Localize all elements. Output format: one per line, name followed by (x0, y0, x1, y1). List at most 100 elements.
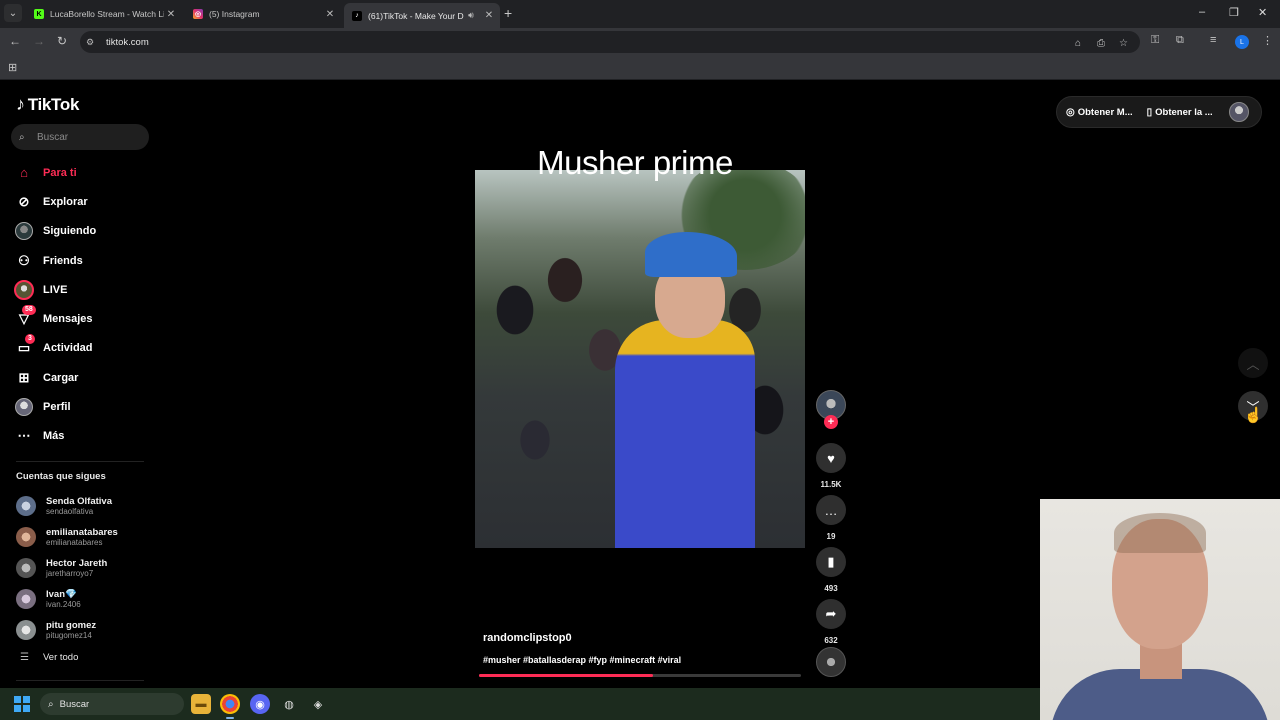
obs-icon[interactable]: ◍ (279, 694, 299, 714)
user-avatar[interactable] (1228, 102, 1249, 122)
following-account[interactable]: Hector Jareth jaretharroyo7 (16, 553, 156, 584)
sidebar-item-explorar[interactable]: ⊘ Explorar (13, 187, 163, 216)
reload-icon[interactable]: ↻ (57, 34, 67, 48)
back-icon[interactable]: ← (9, 34, 21, 48)
minimize-icon[interactable]: – (1199, 6, 1205, 18)
bookmarks-bar: ⊞ (0, 56, 1280, 80)
avatar (16, 496, 36, 517)
save-count: 493 (824, 584, 838, 593)
sidebar-item-para-ti[interactable]: ⌂ Para ti (13, 158, 163, 187)
following-account[interactable]: emilianatabares emilianatabares (16, 522, 156, 553)
tiktok-logo-icon: ♪ (16, 94, 25, 114)
sidebar-item-label: Más (43, 430, 65, 443)
account-handle: emilianatabares (46, 538, 103, 548)
file-explorer-icon[interactable]: ▬ (191, 694, 211, 714)
bookmark-icon: ▮ (816, 547, 846, 577)
sidebar-item-friends[interactable]: ⚇ Friends (13, 246, 163, 275)
close-tab-icon[interactable]: ✕ (164, 9, 178, 20)
browser-menu-icon[interactable]: ⋮ (1262, 34, 1273, 47)
forward-icon[interactable]: → (33, 34, 45, 48)
sidebar-item-cargar[interactable]: ⊞ Cargar (13, 363, 163, 392)
video-username[interactable]: randomclipstop0 (483, 632, 572, 644)
site-info-icon[interactable]: ⚙ (86, 37, 106, 48)
like-button[interactable]: ♥ 11.5K (816, 443, 846, 489)
webcam-person-hair (1114, 513, 1206, 553)
browser-toolbar: ← → ↻ ⚙ tiktok.com ⌂ ⎙ ☆ (0, 28, 1280, 56)
extensions-icon[interactable]: ⧉ (1176, 34, 1184, 47)
discord-icon[interactable]: ◉ (250, 694, 270, 714)
tab-search-icon[interactable]: ⌄ (4, 4, 22, 22)
sidebar-item-perfil[interactable]: Perfil (13, 392, 163, 421)
close-tab-icon[interactable]: ✕ (482, 10, 496, 21)
close-window-icon[interactable]: ✕ (1258, 6, 1267, 19)
get-coins-button[interactable]: ◎ Obtener M... (1066, 107, 1133, 118)
following-account[interactable]: Ivan💎 ivan.2406 (16, 583, 156, 614)
video-progress-bar[interactable] (479, 674, 801, 677)
list-icon: ☰ (20, 652, 29, 663)
save-button[interactable]: ▮ 493 (816, 547, 846, 593)
speaker-icon[interactable]: 🔊︎ (464, 10, 478, 21)
account-handle: sendaolfativa (46, 507, 94, 517)
see-all-link[interactable]: ☰ Ver todo (20, 652, 78, 663)
browser-tabstrip: ⌄ K LucaBorello Stream - Watch Live ✕ ◎ … (0, 0, 1280, 28)
video-hashtags[interactable]: #musher #batallasderap #fyp #minecraft #… (483, 655, 681, 665)
get-coins-label: Obtener M... (1077, 106, 1133, 118)
sidebar-nav: ⌂ Para ti ⊘ Explorar Siguiendo ⚇ Friends… (13, 158, 163, 451)
comment-button[interactable]: … 19 (816, 495, 846, 541)
media-control-icon[interactable]: ≡ (1210, 34, 1216, 46)
video-person-cap (645, 232, 737, 277)
windows-start-icon[interactable] (14, 696, 30, 712)
new-tab-button[interactable]: + (504, 5, 512, 21)
app-icon[interactable]: ◈ (308, 694, 328, 714)
chevron-up-icon: ︿ (1246, 356, 1260, 372)
sidebar-item-mensajes[interactable]: ▽ 58 Mensajes (13, 304, 163, 333)
tab-tiktok[interactable]: ♪ (61)TikTok - Make Your Day 🔊︎ ✕ (344, 3, 500, 28)
account-handle: ivan.2406 (46, 599, 81, 609)
music-disc-icon[interactable] (816, 647, 846, 677)
comment-count: 19 (826, 532, 836, 541)
install-app-icon[interactable]: ⎙ (1097, 38, 1105, 49)
live-icon (14, 279, 34, 300)
translate-icon[interactable]: ⌂ (1075, 38, 1081, 49)
following-account[interactable]: pitu gomez pitugomez14 (16, 614, 156, 645)
account-name: pitu gomez (46, 619, 97, 631)
account-handle: pitugomez14 (46, 630, 92, 640)
sidebar-item-label: Perfil (43, 401, 71, 414)
comment-icon: … (816, 495, 846, 525)
apps-grid-icon[interactable]: ⊞ (8, 61, 17, 74)
close-tab-icon[interactable]: ✕ (323, 9, 337, 20)
restore-icon[interactable]: ❐ (1229, 6, 1239, 19)
bookmark-star-icon[interactable]: ☆ (1119, 38, 1128, 49)
account-name: emilianatabares (46, 527, 118, 539)
sidebar-item-mas[interactable]: ⋯ Más (13, 422, 163, 451)
taskbar-search[interactable]: ⌕ Buscar (40, 693, 184, 715)
share-button[interactable]: ➦ 632 (816, 599, 846, 645)
friends-icon: ⚇ (18, 252, 30, 268)
account-name: Senda Olfativa (46, 496, 112, 508)
follow-plus-icon[interactable]: + (824, 415, 838, 429)
tab-kick[interactable]: K LucaBorello Stream - Watch Live ✕ (26, 3, 182, 25)
tab-title: (61)TikTok - Make Your Day (368, 10, 464, 21)
chrome-icon[interactable] (220, 694, 240, 719)
search-input[interactable]: ⌕ Buscar (11, 124, 149, 150)
top-right-actions: ◎ Obtener M... ▯ Obtener la ... (1056, 96, 1262, 128)
sidebar-item-actividad[interactable]: ▭ 3 Actividad (13, 334, 163, 363)
phone-icon: ▯ (1146, 106, 1153, 118)
sidebar-item-live[interactable]: LIVE (13, 275, 163, 304)
password-manager-icon[interactable]: ⚿ (1151, 34, 1159, 47)
tab-instagram[interactable]: ◎ (5) Instagram ✕ (185, 3, 341, 25)
get-app-button[interactable]: ▯ Obtener la ... (1147, 107, 1213, 118)
profile-avatar[interactable]: L (1235, 35, 1249, 49)
tiktok-logo[interactable]: ♪ TikTok (16, 94, 79, 115)
sidebar-item-siguiendo[interactable]: Siguiendo (13, 217, 163, 246)
video-player[interactable] (475, 170, 805, 548)
search-icon: ⌕ (19, 131, 25, 143)
see-all-label: Ver todo (42, 652, 79, 663)
sidebar-item-label: LIVE (43, 283, 68, 296)
address-bar[interactable]: ⚙ tiktok.com ⌂ ⎙ ☆ (80, 31, 1140, 53)
sidebar-item-label: Actividad (43, 342, 93, 355)
following-account[interactable]: Senda Olfativa sendaolfativa (16, 491, 156, 522)
video-overlay-title: Musher prime (537, 144, 733, 181)
profile-icon (15, 398, 33, 417)
previous-video-button[interactable]: ︿ (1238, 348, 1268, 378)
